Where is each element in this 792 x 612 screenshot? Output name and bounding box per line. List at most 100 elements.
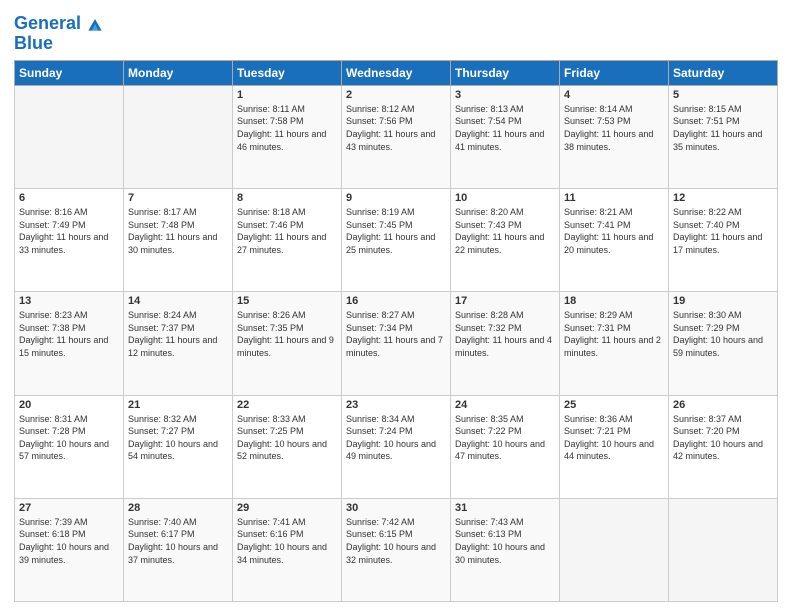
weekday-header-sunday: Sunday bbox=[15, 60, 124, 85]
day-number: 26 bbox=[673, 399, 773, 411]
calendar-cell: 13 Sunrise: 8:23 AMSunset: 7:38 PMDayligh… bbox=[15, 292, 124, 395]
day-number: 30 bbox=[346, 502, 446, 514]
day-info: Sunrise: 7:40 AMSunset: 6:17 PMDaylight:… bbox=[128, 516, 228, 566]
day-info: Sunrise: 8:34 AMSunset: 7:24 PMDaylight:… bbox=[346, 413, 446, 463]
day-info: Sunrise: 8:37 AMSunset: 7:20 PMDaylight:… bbox=[673, 413, 773, 463]
day-number: 5 bbox=[673, 89, 773, 101]
calendar-cell: 20 Sunrise: 8:31 AMSunset: 7:28 PMDayligh… bbox=[15, 395, 124, 498]
calendar-cell: 11Sunrise: 8:21 AMSunset: 7:41 PMDayligh… bbox=[560, 189, 669, 292]
calendar-cell: 17 Sunrise: 8:28 AMSunset: 7:32 PMDayligh… bbox=[451, 292, 560, 395]
day-number: 9 bbox=[346, 192, 446, 204]
calendar-cell: 16 Sunrise: 8:27 AMSunset: 7:34 PMDayligh… bbox=[342, 292, 451, 395]
calendar-cell: 22 Sunrise: 8:33 AMSunset: 7:25 PMDayligh… bbox=[233, 395, 342, 498]
day-number: 14 bbox=[128, 295, 228, 307]
day-number: 24 bbox=[455, 399, 555, 411]
day-info: Sunrise: 8:11 AMSunset: 7:58 PMDaylight:… bbox=[237, 103, 337, 153]
day-info: Sunrise: 8:18 AMSunset: 7:46 PMDaylight:… bbox=[237, 206, 337, 256]
day-info: Sunrise: 7:43 AMSunset: 6:13 PMDaylight:… bbox=[455, 516, 555, 566]
calendar-cell: 12 Sunrise: 8:22 AMSunset: 7:40 PMDayligh… bbox=[669, 189, 778, 292]
calendar-cell: 15Sunrise: 8:26 AMSunset: 7:35 PMDayligh… bbox=[233, 292, 342, 395]
calendar-cell: 27 Sunrise: 7:39 AMSunset: 6:18 PMDayligh… bbox=[15, 498, 124, 601]
weekday-header-friday: Friday bbox=[560, 60, 669, 85]
day-number: 1 bbox=[237, 89, 337, 101]
header: General Blue bbox=[14, 10, 778, 54]
day-info: Sunrise: 8:21 AMSunset: 7:41 PMDaylight:… bbox=[564, 206, 664, 256]
calendar-cell: 21Sunrise: 8:32 AMSunset: 7:27 PMDayligh… bbox=[124, 395, 233, 498]
day-info: Sunrise: 8:15 AMSunset: 7:51 PMDaylight:… bbox=[673, 103, 773, 153]
calendar-week-2: 6 Sunrise: 8:16 AMSunset: 7:49 PMDaylight… bbox=[15, 189, 778, 292]
calendar-week-1: 1 Sunrise: 8:11 AMSunset: 7:58 PMDaylight… bbox=[15, 85, 778, 188]
day-number: 31 bbox=[455, 502, 555, 514]
calendar-cell: 8 Sunrise: 8:18 AMSunset: 7:46 PMDaylight… bbox=[233, 189, 342, 292]
logo: General Blue bbox=[14, 14, 105, 54]
calendar-cell: 9 Sunrise: 8:19 AMSunset: 7:45 PMDaylight… bbox=[342, 189, 451, 292]
day-number: 16 bbox=[346, 295, 446, 307]
day-number: 12 bbox=[673, 192, 773, 204]
calendar-cell bbox=[669, 498, 778, 601]
day-number: 28 bbox=[128, 502, 228, 514]
day-info: Sunrise: 8:19 AMSunset: 7:45 PMDaylight:… bbox=[346, 206, 446, 256]
calendar-cell: 18 Sunrise: 8:29 AMSunset: 7:31 PMDayligh… bbox=[560, 292, 669, 395]
day-number: 23 bbox=[346, 399, 446, 411]
weekday-header-tuesday: Tuesday bbox=[233, 60, 342, 85]
day-info: Sunrise: 8:16 AMSunset: 7:49 PMDaylight:… bbox=[19, 206, 119, 256]
page: General Blue SundayMondayTuesdayWednesda… bbox=[0, 0, 792, 612]
day-number: 13 bbox=[19, 295, 119, 307]
day-info: Sunrise: 7:41 AMSunset: 6:16 PMDaylight:… bbox=[237, 516, 337, 566]
day-number: 27 bbox=[19, 502, 119, 514]
calendar-cell bbox=[15, 85, 124, 188]
calendar-cell: 2 Sunrise: 8:12 AMSunset: 7:56 PMDaylight… bbox=[342, 85, 451, 188]
day-number: 20 bbox=[19, 399, 119, 411]
day-number: 17 bbox=[455, 295, 555, 307]
calendar-cell: 25 Sunrise: 8:36 AMSunset: 7:21 PMDayligh… bbox=[560, 395, 669, 498]
calendar-cell: 6 Sunrise: 8:16 AMSunset: 7:49 PMDaylight… bbox=[15, 189, 124, 292]
calendar-cell bbox=[124, 85, 233, 188]
day-info: Sunrise: 8:20 AMSunset: 7:43 PMDaylight:… bbox=[455, 206, 555, 256]
calendar-cell: 3 Sunrise: 8:13 AMSunset: 7:54 PMDaylight… bbox=[451, 85, 560, 188]
day-info: Sunrise: 8:29 AMSunset: 7:31 PMDaylight:… bbox=[564, 309, 664, 359]
calendar-cell: 23 Sunrise: 8:34 AMSunset: 7:24 PMDayligh… bbox=[342, 395, 451, 498]
calendar-cell: 10 Sunrise: 8:20 AMSunset: 7:43 PMDayligh… bbox=[451, 189, 560, 292]
day-number: 4 bbox=[564, 89, 664, 101]
logo-text: General bbox=[14, 14, 81, 34]
day-info: Sunrise: 8:28 AMSunset: 7:32 PMDaylight:… bbox=[455, 309, 555, 359]
day-number: 22 bbox=[237, 399, 337, 411]
day-number: 2 bbox=[346, 89, 446, 101]
day-info: Sunrise: 8:13 AMSunset: 7:54 PMDaylight:… bbox=[455, 103, 555, 153]
weekday-header-wednesday: Wednesday bbox=[342, 60, 451, 85]
day-info: Sunrise: 8:22 AMSunset: 7:40 PMDaylight:… bbox=[673, 206, 773, 256]
day-number: 18 bbox=[564, 295, 664, 307]
day-number: 19 bbox=[673, 295, 773, 307]
day-number: 15 bbox=[237, 295, 337, 307]
calendar-cell: 30 Sunrise: 7:42 AMSunset: 6:15 PMDayligh… bbox=[342, 498, 451, 601]
weekday-header-monday: Monday bbox=[124, 60, 233, 85]
day-info: Sunrise: 8:32 AMSunset: 7:27 PMDaylight:… bbox=[128, 413, 228, 463]
day-info: Sunrise: 8:14 AMSunset: 7:53 PMDaylight:… bbox=[564, 103, 664, 153]
logo-blue-text: Blue bbox=[14, 34, 105, 54]
day-info: Sunrise: 8:30 AMSunset: 7:29 PMDaylight:… bbox=[673, 309, 773, 359]
calendar-table: SundayMondayTuesdayWednesdayThursdayFrid… bbox=[14, 60, 778, 602]
day-info: Sunrise: 8:12 AMSunset: 7:56 PMDaylight:… bbox=[346, 103, 446, 153]
day-info: Sunrise: 8:17 AMSunset: 7:48 PMDaylight:… bbox=[128, 206, 228, 256]
day-info: Sunrise: 8:33 AMSunset: 7:25 PMDaylight:… bbox=[237, 413, 337, 463]
day-number: 10 bbox=[455, 192, 555, 204]
day-info: Sunrise: 8:36 AMSunset: 7:21 PMDaylight:… bbox=[564, 413, 664, 463]
calendar-week-5: 27 Sunrise: 7:39 AMSunset: 6:18 PMDayligh… bbox=[15, 498, 778, 601]
day-number: 3 bbox=[455, 89, 555, 101]
day-info: Sunrise: 8:35 AMSunset: 7:22 PMDaylight:… bbox=[455, 413, 555, 463]
day-info: Sunrise: 8:23 AMSunset: 7:38 PMDaylight:… bbox=[19, 309, 119, 359]
calendar-cell: 29 Sunrise: 7:41 AMSunset: 6:16 PMDayligh… bbox=[233, 498, 342, 601]
calendar-cell: 24 Sunrise: 8:35 AMSunset: 7:22 PMDayligh… bbox=[451, 395, 560, 498]
day-info: Sunrise: 8:27 AMSunset: 7:34 PMDaylight:… bbox=[346, 309, 446, 359]
calendar-week-3: 13 Sunrise: 8:23 AMSunset: 7:38 PMDayligh… bbox=[15, 292, 778, 395]
day-number: 29 bbox=[237, 502, 337, 514]
day-number: 6 bbox=[19, 192, 119, 204]
day-info: Sunrise: 8:31 AMSunset: 7:28 PMDaylight:… bbox=[19, 413, 119, 463]
day-info: Sunrise: 8:24 AMSunset: 7:37 PMDaylight:… bbox=[128, 309, 228, 359]
day-info: Sunrise: 7:39 AMSunset: 6:18 PMDaylight:… bbox=[19, 516, 119, 566]
day-number: 25 bbox=[564, 399, 664, 411]
calendar-cell: 26 Sunrise: 8:37 AMSunset: 7:20 PMDayligh… bbox=[669, 395, 778, 498]
day-info: Sunrise: 7:42 AMSunset: 6:15 PMDaylight:… bbox=[346, 516, 446, 566]
calendar-cell: 7Sunrise: 8:17 AMSunset: 7:48 PMDaylight… bbox=[124, 189, 233, 292]
day-number: 8 bbox=[237, 192, 337, 204]
